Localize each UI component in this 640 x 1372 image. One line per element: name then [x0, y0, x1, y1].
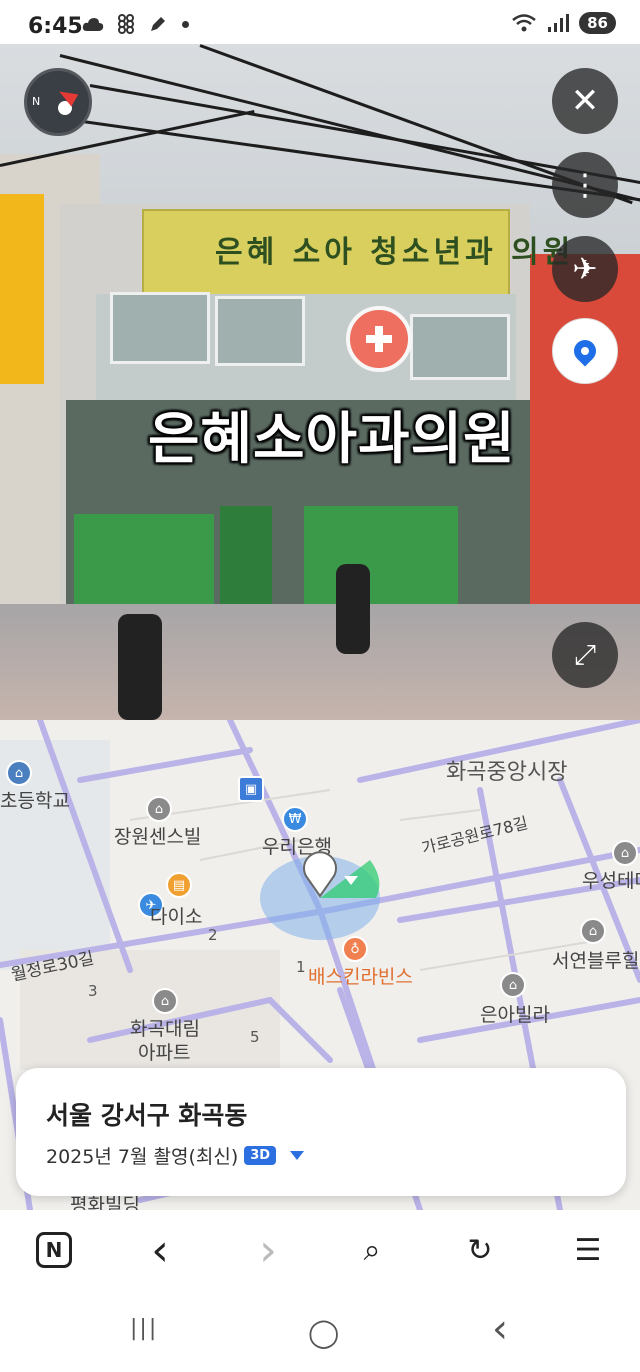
- forward-button[interactable]: ›: [246, 1225, 290, 1276]
- map-label-school: 초등학교: [0, 790, 70, 812]
- close-icon: ✕: [570, 81, 600, 121]
- signal-icon: [548, 14, 570, 32]
- home-button[interactable]: ◯: [308, 1316, 339, 1349]
- clinic-signboard-text: 은혜 소아 청소년과 의원: [215, 235, 575, 270]
- recents-button[interactable]: |||: [130, 1316, 158, 1341]
- expand-button[interactable]: ⤢: [552, 622, 618, 688]
- icecream-icon: ♁: [342, 936, 368, 962]
- window: [410, 314, 510, 380]
- building-icon: ⌂: [500, 972, 526, 998]
- compass-n-label: N: [32, 95, 41, 108]
- browser-toolbar: N ‹ › ⌕ ↻ ☰: [0, 1210, 640, 1294]
- direction-arrow-icon: [344, 876, 358, 885]
- building-icon: ⌂: [152, 988, 178, 1014]
- map-label-woosung: 우성테마: [582, 870, 640, 892]
- naver-icon: N: [45, 1238, 63, 1262]
- current-position-marker[interactable]: [298, 850, 342, 898]
- map-label-hwagok-apt-2: 아파트: [138, 1042, 191, 1064]
- search-icon: ⌕: [363, 1232, 381, 1268]
- reload-button[interactable]: ↻: [458, 1228, 502, 1272]
- status-notification-icons: [82, 14, 189, 34]
- cloud-icon: [82, 18, 104, 31]
- capture-date-row[interactable]: 2025년 7월 촬영(최신) 3D: [46, 1142, 305, 1169]
- back-icon: ‹: [151, 1224, 169, 1276]
- location-info-card[interactable]: 서울 강서구 화곡동 2025년 7월 촬영(최신) 3D: [16, 1068, 626, 1196]
- map-block-number: 1: [296, 958, 306, 976]
- school-icon: ⌂: [6, 760, 32, 786]
- back-button[interactable]: ‹: [138, 1225, 182, 1276]
- map-label-eunvilla: 은아빌라: [480, 1004, 550, 1026]
- left-yellow-sign: [0, 194, 44, 384]
- location-pin-icon: [569, 335, 601, 367]
- window: [110, 292, 210, 364]
- street-view-panorama[interactable]: 은혜 소아 청소년과 의원 은혜소아과의원: [0, 44, 640, 720]
- menu-icon: ☰: [574, 1232, 602, 1268]
- medical-cross-icon: [366, 326, 392, 352]
- status-time: 6:45: [28, 14, 83, 39]
- map-block-number: 2: [208, 926, 218, 944]
- shopping-icon: ▤: [166, 872, 192, 898]
- map-label-baskin: 배스킨라빈스: [308, 966, 413, 988]
- pedestrian: [336, 564, 370, 654]
- bus-stop-icon: ▣: [238, 776, 264, 802]
- hospital-marker[interactable]: [346, 306, 412, 372]
- compass-button[interactable]: N: [24, 68, 92, 136]
- airplane-icon: ✈: [572, 251, 598, 287]
- pedestrian: [118, 614, 162, 720]
- sidewalk: [0, 604, 640, 720]
- capture-date: 2025년 7월 촬영(최신): [46, 1146, 239, 1168]
- aerial-view-button[interactable]: ✈: [552, 236, 618, 302]
- system-back-button[interactable]: ‹: [492, 1306, 508, 1352]
- map-label-jangwon: 장원센스빌: [114, 826, 202, 848]
- close-button[interactable]: ✕: [552, 68, 618, 134]
- building-icon: ⌂: [146, 796, 172, 822]
- battery-indicator: 86: [579, 12, 616, 34]
- dropdown-arrow-icon[interactable]: [290, 1151, 305, 1160]
- search-button[interactable]: ⌕: [350, 1228, 394, 1272]
- 3d-badge: 3D: [244, 1146, 277, 1165]
- window: [215, 296, 305, 366]
- building-icon: ⌂: [580, 918, 606, 944]
- naver-home-button[interactable]: N: [36, 1232, 72, 1268]
- map-label-market: 화곡중앙시장: [446, 760, 568, 785]
- map-label-seoyeon: 서연블루힐: [552, 950, 640, 972]
- grid-icon: [118, 14, 134, 34]
- map-block-number: 5: [250, 1028, 260, 1046]
- system-navigation-bar: ||| ◯ ‹: [0, 1300, 640, 1372]
- forward-icon: ›: [259, 1224, 277, 1276]
- dot-icon: [182, 20, 189, 28]
- reload-icon: ↻: [467, 1232, 493, 1268]
- status-right: 86: [511, 12, 616, 34]
- map-block-number: 3: [88, 982, 98, 1000]
- place-name-overlay: 은혜소아과의원: [148, 407, 516, 472]
- edit-icon: [151, 17, 165, 31]
- map-label-daiso: 다이소: [150, 906, 203, 928]
- map-label-hwagok-apt: 화곡대림: [130, 1018, 200, 1040]
- building-icon: ⌂: [612, 840, 638, 866]
- bank-icon: ₩: [282, 806, 308, 832]
- my-location-button[interactable]: [552, 318, 618, 384]
- more-vertical-icon: ⋮: [570, 167, 600, 203]
- more-options-button[interactable]: ⋮: [552, 152, 618, 218]
- expand-icon: ⤢: [573, 638, 597, 671]
- wifi-icon: [512, 14, 536, 32]
- location-title: 서울 강서구 화곡동: [46, 1101, 248, 1130]
- menu-button[interactable]: ☰: [566, 1228, 610, 1272]
